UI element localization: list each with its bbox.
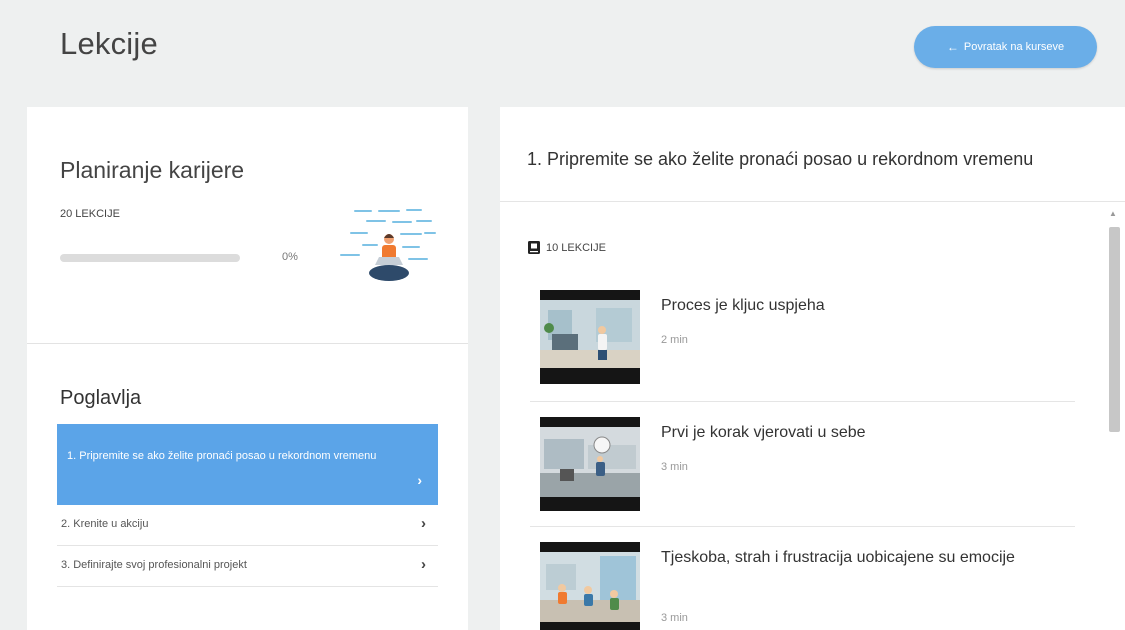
- back-to-courses-button[interactable]: ← Povratak na kurseve: [914, 26, 1097, 68]
- chapter-label: 2. Krenite u akciju: [61, 518, 149, 530]
- lesson-duration: 3 min: [661, 612, 688, 624]
- scrollbar[interactable]: ▲: [1105, 207, 1120, 630]
- chevron-right-icon: ›: [417, 472, 422, 488]
- lesson-duration: 2 min: [661, 334, 688, 346]
- section-title: 1. Pripremite se ako želite pronaći posa…: [527, 149, 1034, 169]
- lesson-divider: [530, 401, 1075, 402]
- progress-bar: [60, 254, 240, 262]
- course-panel: Planiranje karijere 20 LEKCIJE 0% Poglav…: [27, 107, 468, 630]
- chapter-item-1[interactable]: 1. Pripremite se ako želite pronaći posa…: [57, 424, 438, 505]
- lesson-item[interactable]: Tjeskoba, strah i frustracija uobicajene…: [540, 542, 1075, 630]
- lesson-divider: [530, 526, 1075, 527]
- course-lessons-count: 20 LEKCIJE: [60, 208, 120, 220]
- course-title: Planiranje karijere: [60, 157, 245, 183]
- lesson-duration: 3 min: [661, 461, 688, 473]
- course-divider: [27, 343, 468, 344]
- lesson-thumbnail[interactable]: [540, 417, 640, 511]
- chapter-label: 3. Definirajte svoj profesionalni projek…: [61, 559, 247, 571]
- chapter-item-3[interactable]: 3. Definirajte svoj profesionalni projek…: [57, 546, 438, 587]
- lessons-panel: 1. Pripremite se ako želite pronaći posa…: [500, 107, 1125, 630]
- scrollbar-thumb[interactable]: [1109, 227, 1120, 432]
- page-title: Lekcije: [60, 26, 158, 61]
- chevron-right-icon: ›: [421, 556, 426, 573]
- progress-percent: 0%: [282, 251, 298, 263]
- back-button-label: Povratak na kurseve: [963, 41, 1065, 53]
- chapters-heading: Poglavlja: [60, 387, 142, 409]
- lesson-item[interactable]: Prvi je korak vjerovati u sebe 3 min: [540, 417, 1075, 531]
- person-with-laptop-illustration: [340, 209, 436, 281]
- lessons-header: 10 LEKCIJE: [528, 241, 606, 254]
- lesson-item[interactable]: Proces je kljuc uspjeha 2 min: [540, 290, 1075, 404]
- book-icon: [528, 241, 540, 254]
- lesson-thumbnail[interactable]: [540, 542, 640, 630]
- section-divider: [500, 201, 1125, 202]
- lesson-title[interactable]: Prvi je korak vjerovati u sebe: [661, 421, 1031, 445]
- chapter-item-2[interactable]: 2. Krenite u akciju ›: [57, 505, 438, 546]
- chevron-right-icon: ›: [421, 515, 426, 532]
- lessons-count-label: 10 LEKCIJE: [546, 241, 606, 254]
- arrow-left-icon: ←: [946, 40, 959, 54]
- chapter-label: 1. Pripremite se ako želite pronaći posa…: [67, 450, 377, 462]
- lesson-title[interactable]: Proces je kljuc uspjeha: [661, 294, 1031, 318]
- lesson-thumbnail[interactable]: [540, 290, 640, 384]
- lesson-title[interactable]: Tjeskoba, strah i frustracija uobicajene…: [661, 546, 1031, 570]
- scroll-up-arrow-icon[interactable]: ▲: [1109, 209, 1117, 218]
